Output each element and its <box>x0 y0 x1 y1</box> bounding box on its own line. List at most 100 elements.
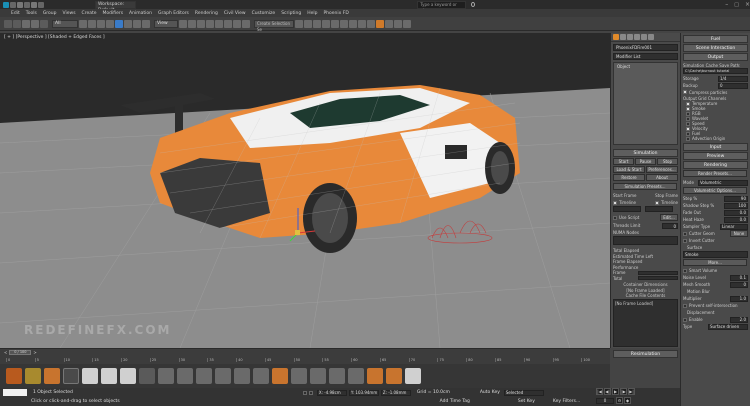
select-object-icon[interactable] <box>79 19 87 28</box>
auto-key-button[interactable]: Auto Key <box>480 390 500 395</box>
phoenix-ocean-icon[interactable] <box>215 368 231 384</box>
z-coordinate-field[interactable]: Z: -1.08mm <box>380 389 411 396</box>
align-icon[interactable] <box>304 19 312 28</box>
preferences-button[interactable]: Preferences... <box>646 166 678 173</box>
backup-field[interactable]: 0 <box>718 82 748 89</box>
motion-tab-icon[interactable] <box>634 34 640 40</box>
phoenix-fire-preset-icon[interactable] <box>367 368 383 384</box>
phoenix-drag-icon[interactable] <box>329 368 345 384</box>
more-button[interactable]: More... <box>683 259 747 266</box>
percent-snap-icon[interactable] <box>224 19 232 28</box>
unlink-icon[interactable] <box>31 19 39 28</box>
key-selection-dropdown[interactable]: Selected <box>503 389 544 396</box>
select-and-move-icon[interactable] <box>115 19 123 28</box>
workspace-dropdown[interactable]: Workspace: Default <box>95 0 137 13</box>
previous-frame-icon[interactable]: ◀| <box>604 388 611 395</box>
window-crossing-icon[interactable] <box>106 19 114 28</box>
mode-dropdown[interactable]: Volumetric <box>698 179 748 186</box>
step-field[interactable]: 90 <box>724 195 748 202</box>
add-time-tag-button[interactable]: Add Time Tag <box>440 399 470 404</box>
menu-item[interactable]: Animation <box>126 11 155 16</box>
select-manipulate-icon[interactable] <box>188 19 196 28</box>
time-slider-thumb[interactable]: 0 / 100 <box>9 350 32 355</box>
app-logo-icon[interactable] <box>3 1 9 8</box>
grid-channel-checkbox[interactable] <box>686 136 690 141</box>
timeline-back-arrow[interactable]: < <box>4 350 7 355</box>
displacement-amount-field[interactable]: 2.0 <box>730 316 748 323</box>
curve-editor-icon[interactable] <box>331 19 339 28</box>
grid-channel-checkbox[interactable] <box>686 126 690 131</box>
smart-volume-checkbox[interactable] <box>683 268 687 273</box>
storage-field[interactable]: 1/4 <box>718 75 748 82</box>
key-filters-button[interactable]: Key Filters... <box>553 399 580 404</box>
current-frame-field[interactable]: 0 <box>596 397 614 404</box>
phoenix-source-icon[interactable] <box>403 19 411 28</box>
go-to-end-icon[interactable]: ▶| <box>628 388 635 395</box>
edit-script-button[interactable]: Edit... <box>660 214 678 221</box>
menu-item[interactable]: Rendering <box>192 11 221 16</box>
schematic-view-icon[interactable] <box>340 19 348 28</box>
pivot-point-icon[interactable] <box>179 19 187 28</box>
stack-item-object[interactable]: Object <box>614 63 677 70</box>
rectangular-selection-icon[interactable] <box>97 19 105 28</box>
menu-item[interactable]: Graph Editors <box>155 11 192 16</box>
phoenix-source-shelf-icon[interactable] <box>44 368 60 384</box>
simulation-rollout-header[interactable]: Simulation <box>613 149 678 157</box>
about-button[interactable]: About <box>646 174 678 181</box>
phoenix-play-icon[interactable] <box>82 368 98 384</box>
grid-channel-row[interactable]: Advection Origin <box>683 136 748 141</box>
load-start-button[interactable]: Load & Start <box>613 166 645 173</box>
selection-lock-icon[interactable] <box>308 390 313 395</box>
save-file-icon[interactable] <box>24 1 30 8</box>
menu-item[interactable]: Civil View <box>221 11 249 16</box>
create-tab-icon[interactable] <box>613 34 619 40</box>
invert-cutter-checkbox[interactable] <box>683 238 687 243</box>
noise-level-field[interactable]: 0.1 <box>730 274 748 281</box>
phoenix-particles-icon[interactable] <box>25 368 41 384</box>
utilities-tab-icon[interactable] <box>648 34 654 40</box>
modifier-list-dropdown[interactable]: Modifier List <box>613 53 678 60</box>
stop-button[interactable]: Stop <box>657 158 678 165</box>
select-and-rotate-icon[interactable] <box>124 19 132 28</box>
surface-dropdown[interactable]: Smoke <box>683 251 748 258</box>
mirror-icon[interactable] <box>295 19 303 28</box>
minimize-icon[interactable]: – <box>725 1 728 8</box>
shadow-step-field[interactable]: 100 <box>724 202 748 209</box>
search-input[interactable]: Type a keyword or phrase <box>417 0 467 13</box>
spinner-snap-icon[interactable] <box>233 19 241 28</box>
fade-out-field[interactable]: 0.0 <box>724 209 748 216</box>
prevent-self-intersection-checkbox[interactable] <box>683 303 687 308</box>
select-and-place-icon[interactable] <box>142 19 150 28</box>
perspective-viewport[interactable]: [ + ] [Perspective ] [Shaded + Edged Fac… <box>0 33 610 348</box>
bind-space-warp-icon[interactable] <box>40 19 48 28</box>
start-button[interactable]: Start <box>613 158 634 165</box>
phoenix-liquid-shelf-icon[interactable] <box>158 368 174 384</box>
pause-button[interactable]: Pause <box>635 158 656 165</box>
search-icon[interactable] <box>471 2 476 7</box>
phoenix-splash-icon[interactable] <box>196 368 212 384</box>
stop-frame-field[interactable] <box>645 206 673 212</box>
modify-tab-icon[interactable] <box>620 34 626 40</box>
link-icon[interactable] <box>22 19 30 28</box>
snaps-toggle-icon[interactable] <box>206 19 214 28</box>
close-icon[interactable]: × <box>745 1 750 8</box>
heat-haze-field[interactable]: 0.0 <box>724 216 748 223</box>
layer-explorer-icon[interactable] <box>322 19 330 28</box>
time-slider[interactable]: < 0 / 100 > 0 5 10 15 20 25 30 35 40 45 50 55 60 65 70… <box>0 348 610 364</box>
render-setup-icon[interactable] <box>358 19 366 28</box>
preview-rollout-header[interactable]: Preview <box>683 152 748 160</box>
object-name-field[interactable]: PhoenixFDFire001 <box>613 44 678 51</box>
open-file-icon[interactable] <box>17 1 23 8</box>
fuel-rollout-header[interactable]: Fuel <box>683 35 748 43</box>
menu-item[interactable]: Help <box>304 11 320 16</box>
selection-filter-dropdown[interactable]: All <box>52 19 78 28</box>
phoenix-fire-icon[interactable] <box>385 19 393 28</box>
go-to-start-icon[interactable]: |◀ <box>596 388 603 395</box>
edit-named-selection-icon[interactable] <box>242 19 250 28</box>
play-icon[interactable]: ▶ <box>612 388 619 395</box>
key-mode-icon[interactable]: ◆ <box>624 397 631 404</box>
redo-toolbar-icon[interactable] <box>13 19 21 28</box>
stop-timeline-checkbox[interactable] <box>654 200 659 205</box>
menu-item[interactable]: Edit <box>8 11 23 16</box>
phoenix-foam-icon[interactable] <box>177 368 193 384</box>
